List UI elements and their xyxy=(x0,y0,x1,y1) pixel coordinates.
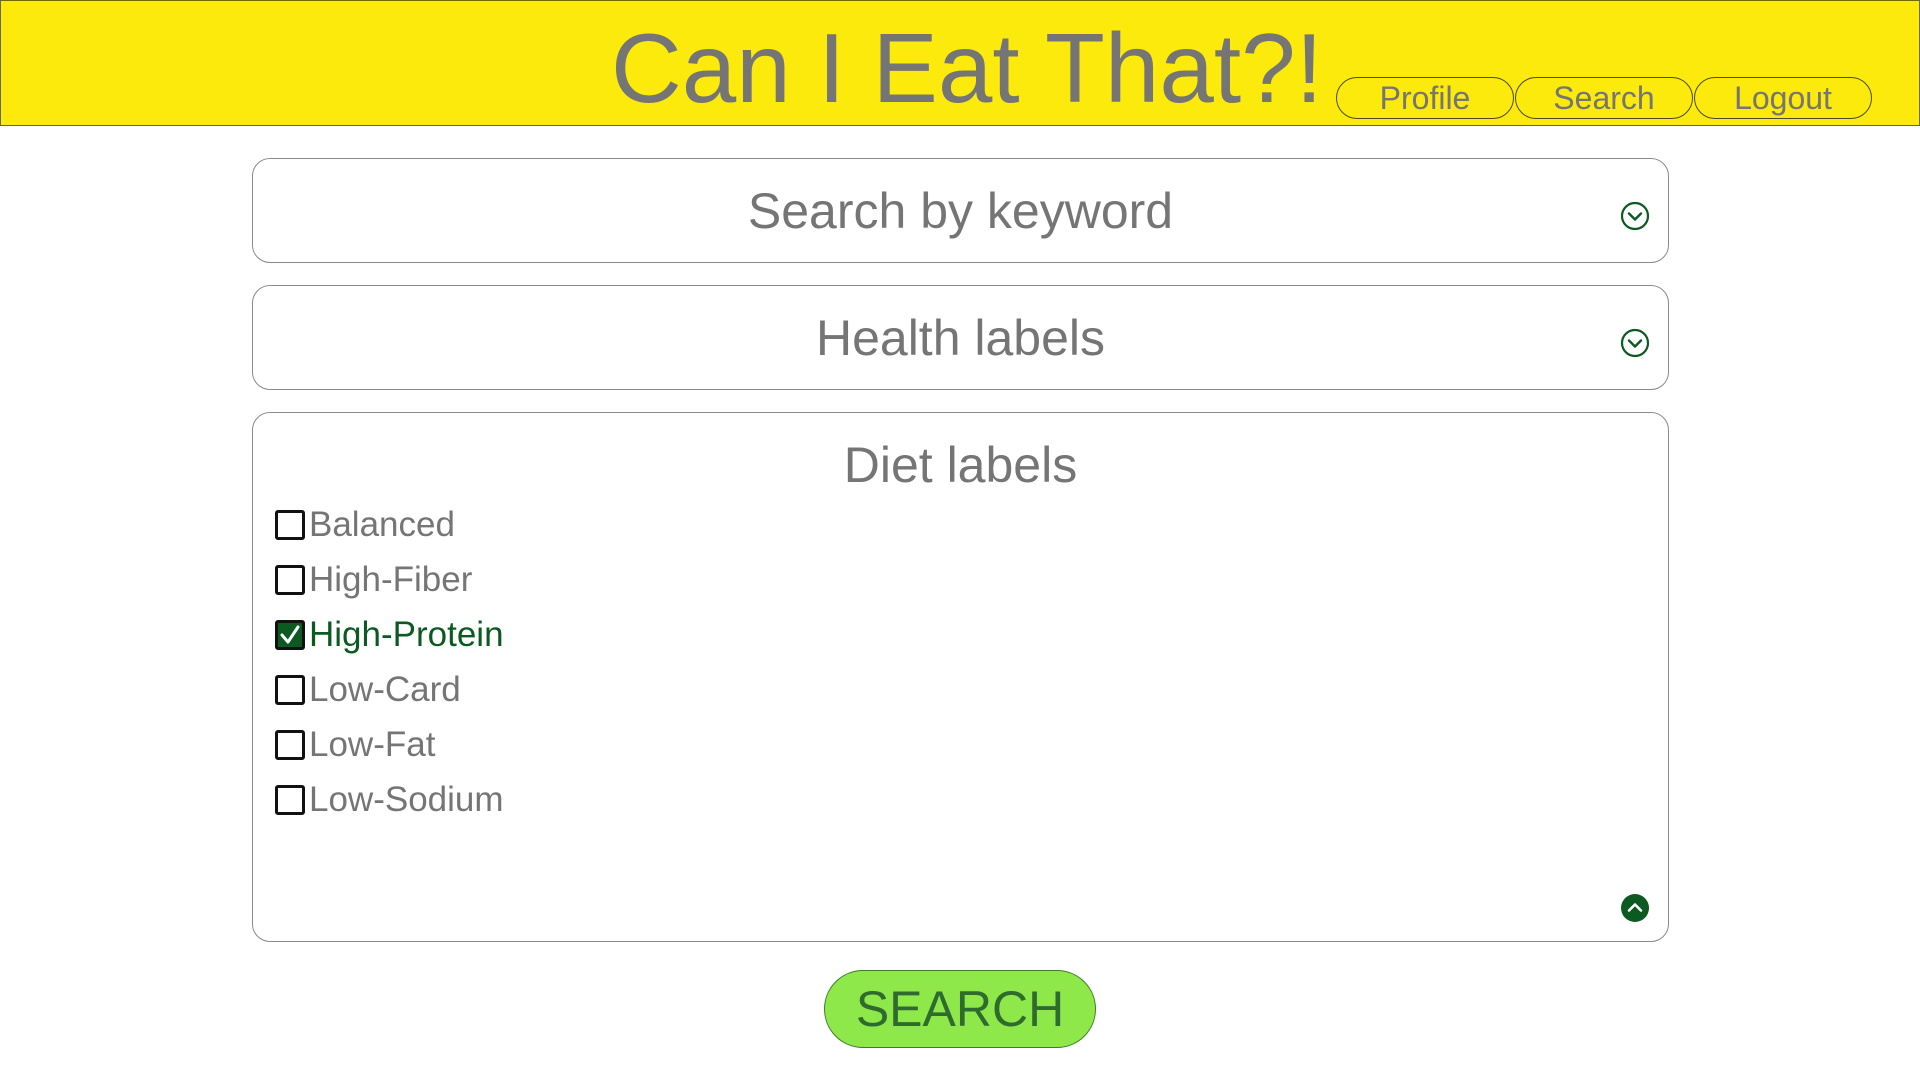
diet-labels-panel: Diet labels Balanced High-Fiber High-Pro… xyxy=(252,412,1669,942)
diet-option-low-fat[interactable]: Low-Fat xyxy=(275,717,504,772)
diet-option-label: Low-Fat xyxy=(309,724,436,764)
chevron-down-circle-icon[interactable] xyxy=(1620,201,1650,231)
checkbox[interactable] xyxy=(275,784,305,815)
keyword-search-dropdown[interactable]: Search by keyword xyxy=(252,158,1669,263)
nav-logout-button[interactable]: Logout xyxy=(1694,77,1872,119)
checkbox-checked[interactable] xyxy=(275,619,305,650)
checkbox[interactable] xyxy=(275,674,305,705)
chevron-down-circle-icon[interactable] xyxy=(1620,328,1650,358)
diet-option-high-protein[interactable]: High-Protein xyxy=(275,607,504,662)
diet-option-balanced[interactable]: Balanced xyxy=(275,497,504,552)
diet-option-label: Low-Sodium xyxy=(309,779,504,819)
chevron-up-circle-icon[interactable] xyxy=(1620,893,1650,923)
diet-option-label: High-Fiber xyxy=(309,559,473,599)
search-submit-button[interactable]: SEARCH xyxy=(824,970,1096,1048)
diet-option-label: Balanced xyxy=(309,504,455,544)
nav-search-button[interactable]: Search xyxy=(1515,77,1693,119)
checkmark-icon xyxy=(280,625,300,643)
checkbox[interactable] xyxy=(275,729,305,760)
diet-labels-title: Diet labels xyxy=(843,437,1078,493)
diet-options-list: Balanced High-Fiber High-Protein Low-Car… xyxy=(275,497,504,827)
diet-option-label: High-Protein xyxy=(309,614,504,654)
checkbox[interactable] xyxy=(275,509,305,540)
nav-profile-button[interactable]: Profile xyxy=(1336,77,1514,119)
health-labels-dropdown[interactable]: Health labels xyxy=(252,285,1669,390)
app-header: Can I Eat That?! Profile Search Logout xyxy=(0,0,1920,126)
app-title: Can I Eat That?! xyxy=(611,13,1323,123)
diet-option-high-fiber[interactable]: High-Fiber xyxy=(275,552,504,607)
diet-option-low-card[interactable]: Low-Card xyxy=(275,662,504,717)
health-labels-label: Health labels xyxy=(815,310,1106,366)
checkbox[interactable] xyxy=(275,564,305,595)
diet-option-label: Low-Card xyxy=(309,669,461,709)
keyword-search-label: Search by keyword xyxy=(747,183,1174,239)
diet-option-low-sodium[interactable]: Low-Sodium xyxy=(275,772,504,827)
